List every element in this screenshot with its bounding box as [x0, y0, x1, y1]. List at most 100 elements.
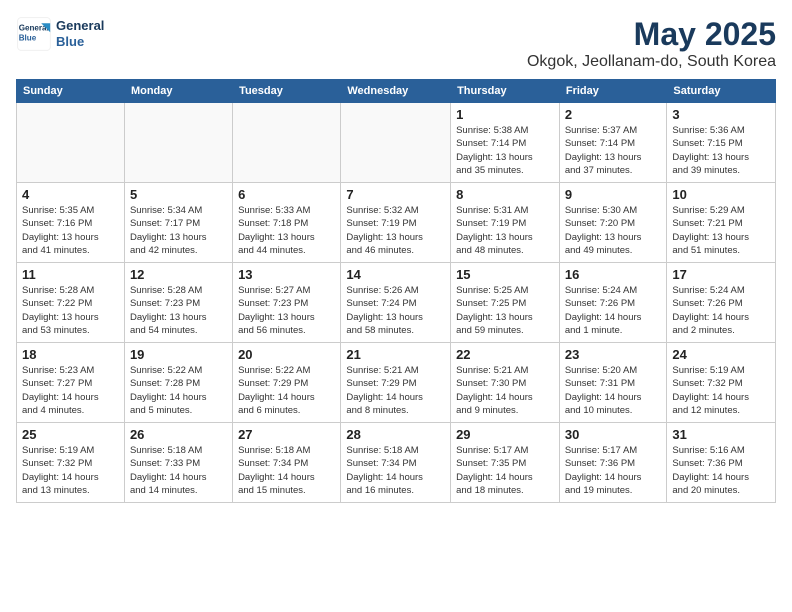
day-number: 1	[456, 107, 554, 122]
day-info: Sunrise: 5:27 AM Sunset: 7:23 PM Dayligh…	[238, 284, 335, 337]
calendar-cell: 18Sunrise: 5:23 AM Sunset: 7:27 PM Dayli…	[17, 343, 125, 423]
subtitle: Okgok, Jeollanam-do, South Korea	[527, 53, 776, 71]
weekday-header-row: SundayMondayTuesdayWednesdayThursdayFrid…	[17, 80, 776, 103]
day-info: Sunrise: 5:24 AM Sunset: 7:26 PM Dayligh…	[565, 284, 662, 337]
calendar-cell: 14 Sunrise: 5:26 AM Sunset: 7:24 PM Dayli…	[341, 263, 451, 343]
day-info: Sunrise: 5:29 AM Sunset: 7:21 PM Dayligh…	[672, 204, 770, 257]
calendar-cell	[124, 103, 232, 183]
day-number: 20	[238, 347, 335, 362]
day-info: Sunrise: 5:22 AM Sunset: 7:29 PM Dayligh…	[238, 364, 335, 417]
day-number: 4	[22, 187, 119, 202]
calendar-table: SundayMondayTuesdayWednesdayThursdayFrid…	[16, 79, 776, 503]
day-number: 10	[672, 187, 770, 202]
day-number: 28	[346, 427, 445, 442]
day-number: 26	[130, 427, 227, 442]
day-info: Sunrise: 5:21 AM Sunset: 7:30 PM Dayligh…	[456, 364, 554, 417]
calendar-cell: 4 Sunrise: 5:35 AM Sunset: 7:16 PM Daylig…	[17, 183, 125, 263]
day-number: 5	[130, 187, 227, 202]
day-number: 13	[238, 267, 335, 282]
calendar-cell: 23 Sunrise: 5:20 AM Sunset: 7:31 PM Dayli…	[559, 343, 667, 423]
logo-blue: Blue	[56, 34, 104, 50]
weekday-header-thursday: Thursday	[451, 80, 560, 103]
day-info: Sunrise: 5:26 AM Sunset: 7:24 PM Dayligh…	[346, 284, 445, 337]
day-info: Sunrise: 5:34 AM Sunset: 7:17 PM Dayligh…	[130, 204, 227, 257]
logo-icon: General Blue	[16, 16, 52, 52]
calendar-cell: 31Sunrise: 5:16 AM Sunset: 7:36 PM Dayli…	[667, 423, 776, 503]
day-number: 21	[346, 347, 445, 362]
calendar-cell: 3 Sunrise: 5:36 AM Sunset: 7:15 PM Daylig…	[667, 103, 776, 183]
calendar-cell: 10 Sunrise: 5:29 AM Sunset: 7:21 PM Dayli…	[667, 183, 776, 263]
calendar-cell: 12 Sunrise: 5:28 AM Sunset: 7:23 PM Dayli…	[124, 263, 232, 343]
day-number: 2	[565, 107, 662, 122]
week-row-2: 4 Sunrise: 5:35 AM Sunset: 7:16 PM Daylig…	[17, 183, 776, 263]
day-info: Sunrise: 5:37 AM Sunset: 7:14 PM Dayligh…	[565, 124, 662, 177]
day-number: 15	[456, 267, 554, 282]
calendar-cell: 5 Sunrise: 5:34 AM Sunset: 7:17 PM Daylig…	[124, 183, 232, 263]
day-info: Sunrise: 5:19 AM Sunset: 7:32 PM Dayligh…	[22, 444, 119, 497]
day-number: 12	[130, 267, 227, 282]
weekday-header-saturday: Saturday	[667, 80, 776, 103]
logo: General Blue General Blue	[16, 16, 104, 52]
day-number: 3	[672, 107, 770, 122]
calendar-cell: 8 Sunrise: 5:31 AM Sunset: 7:19 PM Daylig…	[451, 183, 560, 263]
day-number: 24	[672, 347, 770, 362]
day-info: Sunrise: 5:38 AM Sunset: 7:14 PM Dayligh…	[456, 124, 554, 177]
day-number: 6	[238, 187, 335, 202]
main-title: May 2025	[527, 16, 776, 53]
week-row-5: 25 Sunrise: 5:19 AM Sunset: 7:32 PM Dayli…	[17, 423, 776, 503]
day-info: Sunrise: 5:20 AM Sunset: 7:31 PM Dayligh…	[565, 364, 662, 417]
week-row-1: 1 Sunrise: 5:38 AM Sunset: 7:14 PM Daylig…	[17, 103, 776, 183]
day-number: 29	[456, 427, 554, 442]
day-number: 23	[565, 347, 662, 362]
day-info: Sunrise: 5:18 AM Sunset: 7:33 PM Dayligh…	[130, 444, 227, 497]
day-info: Sunrise: 5:18 AM Sunset: 7:34 PM Dayligh…	[238, 444, 335, 497]
calendar-cell: 25 Sunrise: 5:19 AM Sunset: 7:32 PM Dayli…	[17, 423, 125, 503]
calendar-cell: 26 Sunrise: 5:18 AM Sunset: 7:33 PM Dayli…	[124, 423, 232, 503]
calendar-cell: 6 Sunrise: 5:33 AM Sunset: 7:18 PM Daylig…	[233, 183, 341, 263]
day-info: Sunrise: 5:25 AM Sunset: 7:25 PM Dayligh…	[456, 284, 554, 337]
page-header: General Blue General Blue May 2025 Okgok…	[16, 16, 776, 71]
day-info: Sunrise: 5:32 AM Sunset: 7:19 PM Dayligh…	[346, 204, 445, 257]
weekday-header-wednesday: Wednesday	[341, 80, 451, 103]
day-number: 18	[22, 347, 119, 362]
calendar-cell: 17Sunrise: 5:24 AM Sunset: 7:26 PM Dayli…	[667, 263, 776, 343]
weekday-header-sunday: Sunday	[17, 80, 125, 103]
day-info: Sunrise: 5:35 AM Sunset: 7:16 PM Dayligh…	[22, 204, 119, 257]
calendar-cell: 22Sunrise: 5:21 AM Sunset: 7:30 PM Dayli…	[451, 343, 560, 423]
weekday-header-monday: Monday	[124, 80, 232, 103]
day-number: 8	[456, 187, 554, 202]
calendar-cell: 13 Sunrise: 5:27 AM Sunset: 7:23 PM Dayli…	[233, 263, 341, 343]
day-number: 30	[565, 427, 662, 442]
calendar-cell	[233, 103, 341, 183]
calendar-cell: 21 Sunrise: 5:21 AM Sunset: 7:29 PM Dayli…	[341, 343, 451, 423]
week-row-4: 18Sunrise: 5:23 AM Sunset: 7:27 PM Dayli…	[17, 343, 776, 423]
calendar-cell	[341, 103, 451, 183]
svg-text:Blue: Blue	[19, 33, 37, 42]
day-info: Sunrise: 5:28 AM Sunset: 7:23 PM Dayligh…	[130, 284, 227, 337]
calendar-cell	[17, 103, 125, 183]
title-block: May 2025 Okgok, Jeollanam-do, South Kore…	[527, 16, 776, 71]
calendar-cell: 7Sunrise: 5:32 AM Sunset: 7:19 PM Daylig…	[341, 183, 451, 263]
day-number: 11	[22, 267, 119, 282]
day-info: Sunrise: 5:19 AM Sunset: 7:32 PM Dayligh…	[672, 364, 770, 417]
calendar-cell: 27Sunrise: 5:18 AM Sunset: 7:34 PM Dayli…	[233, 423, 341, 503]
day-info: Sunrise: 5:33 AM Sunset: 7:18 PM Dayligh…	[238, 204, 335, 257]
calendar-cell: 24 Sunrise: 5:19 AM Sunset: 7:32 PM Dayli…	[667, 343, 776, 423]
day-info: Sunrise: 5:31 AM Sunset: 7:19 PM Dayligh…	[456, 204, 554, 257]
calendar-cell: 30 Sunrise: 5:17 AM Sunset: 7:36 PM Dayli…	[559, 423, 667, 503]
calendar-cell: 15 Sunrise: 5:25 AM Sunset: 7:25 PM Dayli…	[451, 263, 560, 343]
day-info: Sunrise: 5:22 AM Sunset: 7:28 PM Dayligh…	[130, 364, 227, 417]
day-info: Sunrise: 5:36 AM Sunset: 7:15 PM Dayligh…	[672, 124, 770, 177]
day-number: 9	[565, 187, 662, 202]
day-info: Sunrise: 5:24 AM Sunset: 7:26 PM Dayligh…	[672, 284, 770, 337]
day-info: Sunrise: 5:28 AM Sunset: 7:22 PM Dayligh…	[22, 284, 119, 337]
day-number: 25	[22, 427, 119, 442]
calendar-cell: 9Sunrise: 5:30 AM Sunset: 7:20 PM Daylig…	[559, 183, 667, 263]
calendar-cell: 1 Sunrise: 5:38 AM Sunset: 7:14 PM Daylig…	[451, 103, 560, 183]
weekday-header-friday: Friday	[559, 80, 667, 103]
day-info: Sunrise: 5:17 AM Sunset: 7:36 PM Dayligh…	[565, 444, 662, 497]
calendar-cell: 19Sunrise: 5:22 AM Sunset: 7:28 PM Dayli…	[124, 343, 232, 423]
day-number: 31	[672, 427, 770, 442]
day-info: Sunrise: 5:21 AM Sunset: 7:29 PM Dayligh…	[346, 364, 445, 417]
day-number: 14	[346, 267, 445, 282]
